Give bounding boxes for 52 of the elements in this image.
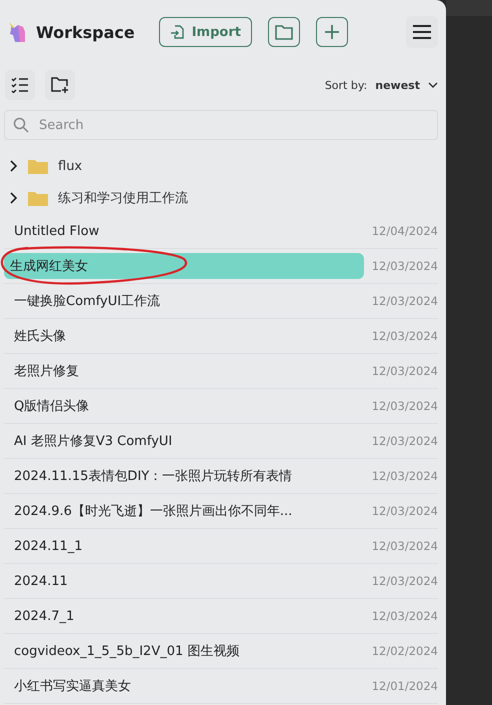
folder-name[interactable]: flux <box>58 158 82 174</box>
flow-name[interactable]: 2024.7_1 <box>10 604 372 628</box>
import-button[interactable]: Import <box>158 17 252 47</box>
flow-name[interactable]: 一键换脸ComfyUI工作流 <box>10 288 372 314</box>
flow-date: 12/03/2024 <box>372 399 438 413</box>
flow-date: 12/04/2024 <box>372 224 438 238</box>
folder-icon <box>28 158 48 174</box>
flow-date: 12/03/2024 <box>372 434 438 448</box>
folder-icon <box>28 190 48 206</box>
checklist-icon <box>11 77 29 93</box>
chevron-right-icon[interactable] <box>10 192 18 204</box>
sort-dropdown[interactable]: Sort by: newest <box>324 78 438 92</box>
flow-name[interactable]: 2024.11 <box>10 570 372 592</box>
flow-date: 12/03/2024 <box>372 259 438 273</box>
folder-name[interactable]: 练习和学习使用工作流 <box>58 189 188 207</box>
folder-button[interactable] <box>268 17 300 47</box>
flow-name[interactable]: AI 老照片修复V3 ComfyUI <box>10 428 372 454</box>
add-button[interactable] <box>316 17 348 47</box>
flow-date: 12/01/2024 <box>372 679 438 693</box>
new-folder-button[interactable] <box>45 70 75 100</box>
flow-date: 12/02/2024 <box>372 644 438 658</box>
flow-name[interactable]: 小红书写实逼真美女 <box>10 673 372 699</box>
search-icon <box>13 117 29 133</box>
workspace-title: Workspace <box>36 22 135 42</box>
flow-name[interactable]: 2024.11.15表情包DIY：一张照片玩转所有表情 <box>10 463 372 489</box>
flow-name[interactable]: 生成网红美女 <box>4 253 364 279</box>
flow-name[interactable]: 2024.11_1 <box>10 534 372 558</box>
flow-name[interactable]: Q版情侣头像 <box>10 393 372 419</box>
flow-date: 12/03/2024 <box>372 504 438 518</box>
flow-date: 12/03/2024 <box>372 469 438 483</box>
flow-date: 12/03/2024 <box>372 294 438 308</box>
menu-icon <box>412 24 432 40</box>
flow-date: 12/03/2024 <box>372 574 438 588</box>
flow-date: 12/03/2024 <box>372 329 438 343</box>
menu-button[interactable] <box>406 16 438 48</box>
import-file-icon <box>170 24 186 40</box>
flow-name[interactable]: Untitled Flow <box>10 220 372 242</box>
chevron-down-icon <box>428 82 438 88</box>
plus-icon <box>322 23 341 41</box>
folder-plus-icon <box>50 76 70 94</box>
flow-name[interactable]: cogvideox_1_5_5b_I2V_01 图生视频 <box>10 638 372 664</box>
folder-icon <box>274 23 294 41</box>
flow-name[interactable]: 2024.9.6【时光飞逝】一张照片画出你不同年... <box>10 498 372 524</box>
unicorn-logo-icon <box>8 21 28 43</box>
flow-date: 12/03/2024 <box>372 364 438 378</box>
flow-name[interactable]: 姓氏头像 <box>10 323 372 349</box>
chevron-right-icon[interactable] <box>10 160 18 172</box>
flow-date: 12/03/2024 <box>372 539 438 553</box>
search-field[interactable]: Search <box>4 110 438 140</box>
flow-date: 12/03/2024 <box>372 609 438 623</box>
flow-name[interactable]: 老照片修复 <box>10 358 372 384</box>
checklist-button[interactable] <box>5 70 35 100</box>
